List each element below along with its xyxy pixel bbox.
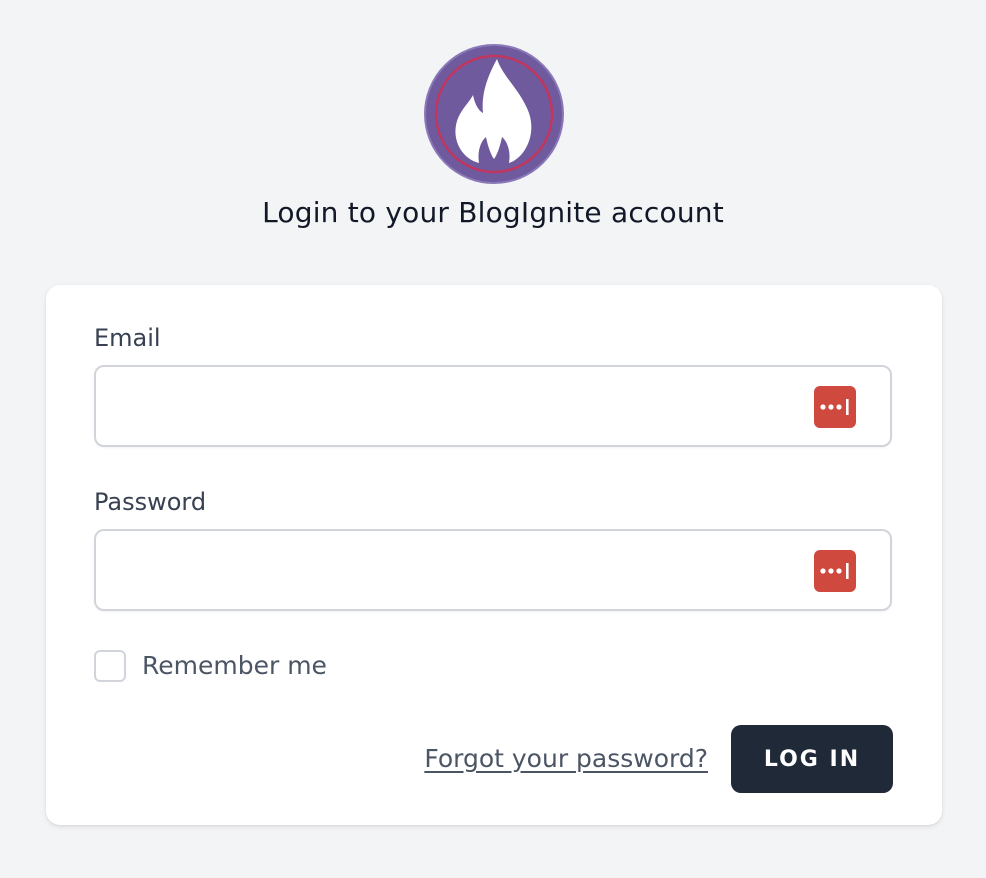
email-field[interactable] (96, 367, 796, 445)
remember-me-label[interactable]: Remember me (142, 649, 327, 683)
page-title: Login to your BlogIgnite account (262, 196, 724, 229)
password-manager-icon[interactable] (814, 550, 856, 592)
login-button[interactable]: LOG IN (731, 725, 893, 793)
password-field-wrapper (94, 529, 892, 611)
blogignite-logo (423, 43, 565, 185)
password-manager-icon[interactable] (814, 386, 856, 428)
flame-icon (424, 44, 564, 184)
login-card: Email Password Remember me Forgot your p… (46, 285, 942, 825)
password-label: Password (94, 488, 207, 516)
email-field-wrapper (94, 365, 892, 447)
forgot-password-link[interactable]: Forgot your password? (424, 741, 708, 777)
email-label: Email (94, 324, 161, 352)
remember-me-checkbox[interactable] (94, 650, 126, 682)
password-field[interactable] (96, 531, 796, 609)
remember-me-row: Remember me (94, 649, 327, 683)
